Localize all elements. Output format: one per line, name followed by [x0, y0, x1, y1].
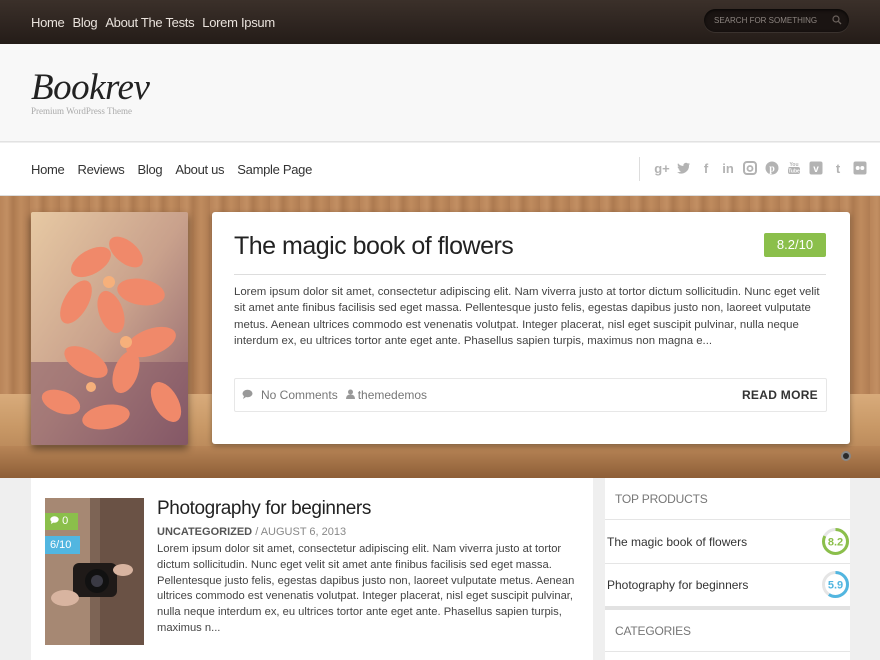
svg-text:p: p — [769, 164, 775, 175]
youtube-icon[interactable]: You Tube — [786, 161, 802, 177]
twitter-icon[interactable] — [676, 161, 692, 177]
nav-about-us[interactable]: About us — [175, 162, 224, 177]
featured-excerpt: Lorem ipsum dolor sit amet, consectetur … — [234, 286, 820, 347]
site-tagline: Premium WordPress Theme — [31, 106, 132, 116]
featured-book-cover[interactable] — [31, 212, 188, 445]
nav-home[interactable]: Home — [31, 162, 65, 177]
search-input[interactable] — [712, 12, 827, 29]
nav-sample-page[interactable]: Sample Page — [237, 162, 312, 177]
tumblr-icon[interactable]: t — [830, 161, 846, 177]
main-nav-links: Home Reviews Blog About us Sample Page — [31, 143, 325, 196]
comments-link[interactable]: No Comments — [261, 388, 338, 402]
post-category[interactable]: UNCATEGORIZED — [157, 526, 252, 538]
svg-text:v: v — [813, 164, 819, 175]
sidebar-divider — [605, 519, 850, 520]
post-meta: UNCATEGORIZED / AUGUST 6, 2013 — [157, 526, 346, 538]
svg-text:Tube: Tube — [788, 169, 800, 175]
topnav-lorem-ipsum[interactable]: Lorem Ipsum — [202, 15, 275, 30]
author-link[interactable]: themedemos — [358, 388, 427, 402]
featured-meta-bar: No Comments themedemos READ MORE — [234, 378, 827, 412]
top-bar: Home Blog About The Tests Lorem Ipsum — [0, 0, 880, 44]
site-header: Bookrev Premium WordPress Theme — [0, 44, 880, 142]
featured-shelf: The magic book of flowers 8.2/10 Lorem i… — [0, 196, 880, 478]
top-product-score: 5.9 — [828, 580, 843, 592]
top-product-item[interactable]: The magic book of flowers 8.2 — [607, 521, 850, 563]
comments-count: 0 — [62, 515, 69, 527]
top-product-name[interactable]: Photography for beginners — [607, 564, 748, 606]
categories-heading: CATEGORIES — [615, 624, 691, 638]
top-product-item[interactable]: Photography for beginners 5.9 — [607, 564, 850, 606]
featured-score-badge: 8.2/10 — [764, 233, 826, 257]
linkedin-icon[interactable]: in — [720, 161, 736, 177]
search-box — [704, 9, 849, 32]
comment-icon — [242, 388, 253, 402]
top-products-heading: TOP PRODUCTS — [615, 492, 708, 506]
user-icon — [345, 388, 355, 402]
sidebar-section-divider — [605, 606, 850, 610]
sidebar: TOP PRODUCTS The magic book of flowers 8… — [605, 478, 850, 660]
title-divider — [234, 274, 826, 275]
post-title[interactable]: Photography for beginners — [157, 498, 371, 520]
rating-badge: 6/10 — [45, 536, 80, 554]
instagram-icon[interactable] — [742, 161, 758, 177]
flickr-icon[interactable] — [852, 161, 868, 177]
featured-review-card: The magic book of flowers 8.2/10 Lorem i… — [212, 212, 850, 444]
sidebar-divider — [605, 651, 850, 652]
nav-reviews[interactable]: Reviews — [77, 162, 124, 177]
post-date: / AUGUST 6, 2013 — [255, 526, 347, 538]
social-icons: g+ f in p You Tube v t — [639, 157, 868, 181]
topnav-blog[interactable]: Blog — [72, 15, 97, 30]
nav-blog[interactable]: Blog — [138, 162, 163, 177]
comments-count-badge: 0 — [45, 513, 78, 530]
top-nav: Home Blog About The Tests Lorem Ipsum — [31, 0, 283, 44]
main-nav: Home Reviews Blog About us Sample Page g… — [0, 143, 880, 196]
featured-title[interactable]: The magic book of flowers — [234, 232, 514, 261]
score-ring-icon: 8.2 — [822, 528, 849, 555]
read-more-link[interactable]: READ MORE — [742, 379, 818, 411]
search-icon[interactable] — [832, 15, 842, 25]
pinterest-icon[interactable]: p — [764, 161, 780, 177]
facebook-icon[interactable]: f — [698, 161, 714, 177]
google-plus-icon[interactable]: g+ — [654, 161, 670, 177]
top-product-score: 8.2 — [828, 537, 843, 549]
score-ring-icon: 5.9 — [822, 571, 849, 598]
post-card: 0 6/10 Photography for beginners UNCATEG… — [31, 478, 593, 660]
featured-meta-info: No Comments themedemos — [242, 379, 435, 411]
top-product-name[interactable]: The magic book of flowers — [607, 521, 747, 563]
comment-icon — [50, 515, 62, 527]
topnav-home[interactable]: Home — [31, 15, 65, 30]
vimeo-icon[interactable]: v — [808, 161, 824, 177]
site-logo[interactable]: Bookrev — [31, 66, 150, 109]
slider-pagination-dot[interactable] — [841, 451, 851, 461]
post-excerpt: Lorem ipsum dolor sit amet, consectetur … — [157, 543, 575, 634]
topnav-about-the-tests[interactable]: About The Tests — [105, 15, 194, 30]
shelf-front — [0, 446, 880, 478]
